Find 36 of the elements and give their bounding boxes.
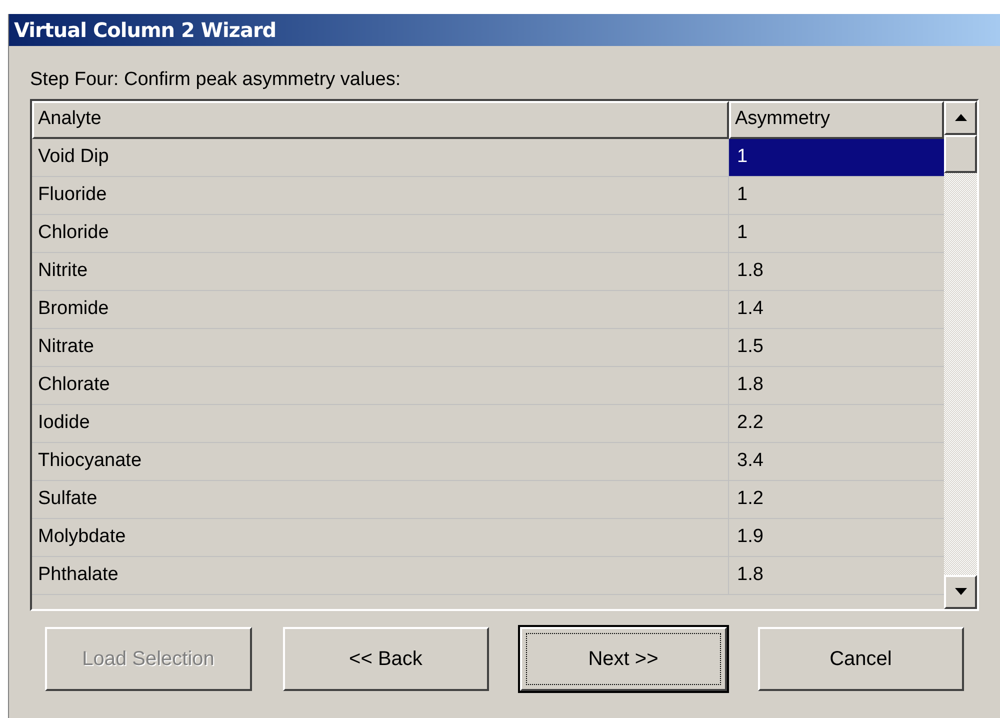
dialog-button[interactable]: Next >> xyxy=(520,626,726,690)
table-cell-text: 1.2 xyxy=(736,486,764,511)
table-cell: Fluoride xyxy=(32,176,729,214)
window-title: Virtual Column 2 Wizard xyxy=(14,17,276,44)
instruction-text: Step Four: Confirm peak asymmetry values: xyxy=(30,69,401,90)
table-cell-text: 1 xyxy=(736,220,749,245)
table-cell: Thiocyanate xyxy=(32,442,729,480)
table-cell: Sulfate xyxy=(32,480,729,518)
table-cell: Nitrate xyxy=(32,328,729,366)
scroll-thumb[interactable] xyxy=(944,134,977,172)
table-cell-text: 1.4 xyxy=(736,296,764,321)
table-cell: Iodide xyxy=(32,404,729,442)
table-cell-text: 1.9 xyxy=(736,524,764,549)
table-cell-text: 2.2 xyxy=(736,410,764,435)
table-cell-text: 1.8 xyxy=(736,562,764,587)
table-cell-text: 1 xyxy=(736,182,749,207)
scroll-up-button[interactable] xyxy=(944,100,977,134)
table-cell: Chloride xyxy=(32,214,729,252)
column-header[interactable]: Asymmetry xyxy=(729,100,944,138)
table-cell: Bromide xyxy=(32,290,729,328)
scroll-down-button[interactable] xyxy=(944,574,977,608)
down-arrow-icon xyxy=(954,588,966,595)
table-cell: Molybdate xyxy=(32,518,729,556)
column-header[interactable]: Analyte xyxy=(32,100,729,138)
up-arrow-icon xyxy=(954,114,966,121)
scrollbar[interactable] xyxy=(944,100,977,608)
table-cell: Phthalate xyxy=(32,556,729,594)
table-cell-text: 3.4 xyxy=(736,448,764,473)
dialog-button[interactable]: Cancel xyxy=(758,626,964,690)
table-cell-text: 1.5 xyxy=(736,334,764,359)
table-cell: 1 xyxy=(729,138,944,176)
table-cell-text: 1.8 xyxy=(736,372,764,397)
table-cell: Chlorate xyxy=(32,366,729,404)
table-cell-text: 1.8 xyxy=(736,258,764,283)
dialog-button[interactable]: << Back xyxy=(282,626,489,690)
table-cell: Nitrite xyxy=(32,252,729,290)
